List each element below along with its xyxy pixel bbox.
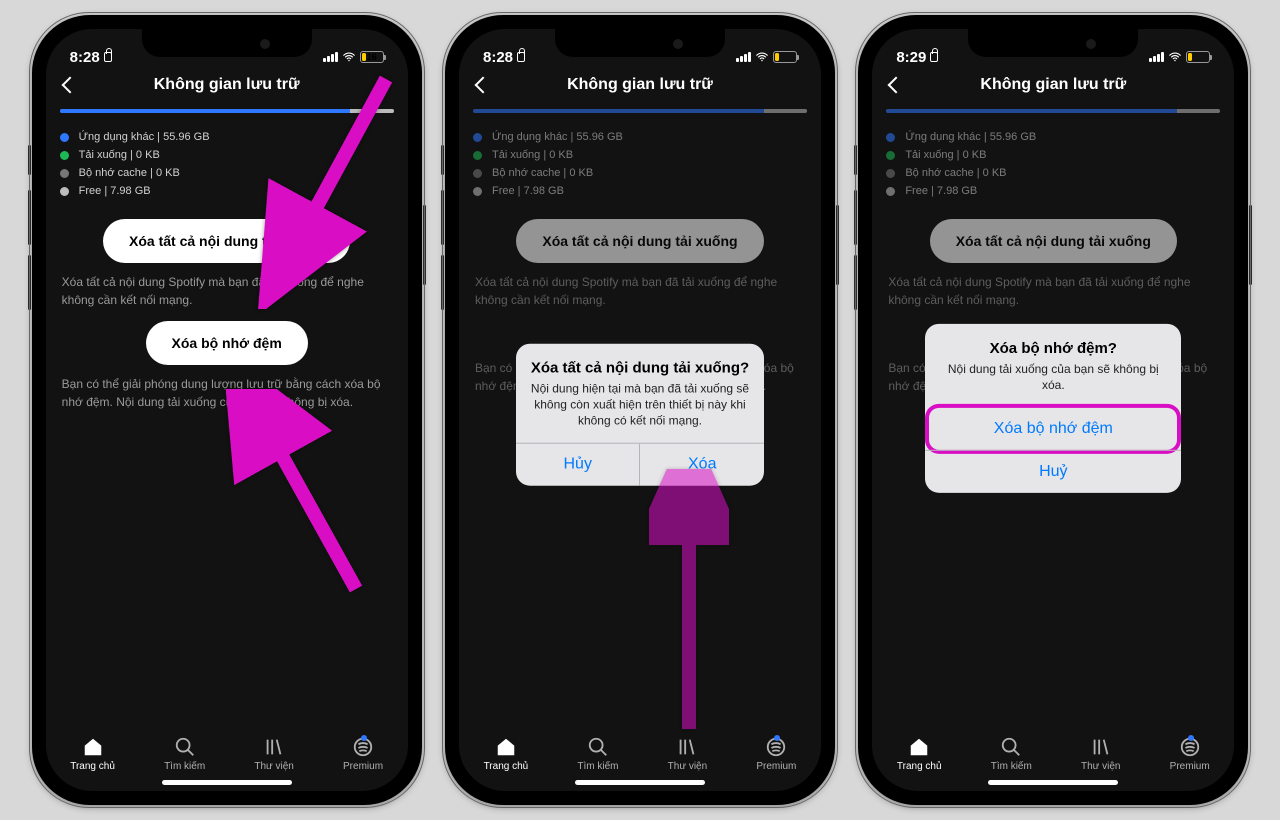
back-button[interactable]: [61, 77, 78, 94]
signal-icon: [323, 52, 338, 62]
nav-header: Không gian lưu trữ: [459, 75, 821, 99]
nav-header: Không gian lưu trữ: [46, 75, 408, 99]
back-button[interactable]: [474, 77, 491, 94]
tab-search[interactable]: Tìm kiếm: [577, 736, 618, 772]
tab-premium[interactable]: Premium: [756, 736, 796, 772]
lock-icon: [517, 52, 525, 62]
battery-icon: [1186, 51, 1210, 63]
tab-bar: Trang chủ Tìm kiếm Thư viện Premium: [872, 730, 1234, 776]
battery-icon: [773, 51, 797, 63]
wifi-icon: [755, 50, 769, 64]
cache-help: Bạn có thể giải phóng dung lượng lưu trữ…: [60, 375, 394, 411]
dialog-message: Nội dung tải xuống của bạn sẽ không bị x…: [939, 361, 1167, 393]
tab-library[interactable]: Thư viện: [1081, 736, 1121, 772]
home-indicator[interactable]: [162, 780, 292, 785]
storage-legend: Ứng dụng khác | 55.96 GB Tải xuống | 0 K…: [886, 129, 1220, 207]
phone-frame: 8:28 Không gian lưu trữ Ứng dụng khác | …: [445, 15, 835, 805]
delete-downloads-button[interactable]: Xóa tất cả nội dung tải xuống: [103, 219, 350, 263]
tab-search[interactable]: Tìm kiếm: [164, 736, 205, 772]
page-title: Không gian lưu trữ: [46, 76, 408, 94]
notch: [555, 29, 725, 57]
home-indicator[interactable]: [575, 780, 705, 785]
battery-icon: 16: [360, 51, 384, 63]
tab-home[interactable]: Trang chủ: [70, 736, 115, 772]
delete-downloads-button[interactable]: Xóa tất cả nội dung tải xuống: [930, 219, 1177, 263]
tab-library[interactable]: Thư viện: [254, 736, 294, 772]
home-indicator[interactable]: [988, 780, 1118, 785]
annotation-arrow-icon: [649, 469, 729, 744]
dialog-title: Xóa bộ nhớ đệm?: [939, 340, 1167, 357]
lock-icon: [104, 52, 112, 62]
status-time: 8:28: [483, 49, 513, 66]
tab-search[interactable]: Tìm kiếm: [991, 736, 1032, 772]
dialog-confirm-button[interactable]: Xóa: [639, 444, 764, 486]
nav-header: Không gian lưu trữ: [872, 75, 1234, 99]
dialog-cancel-button[interactable]: Huỷ: [925, 449, 1181, 492]
storage-legend: Ứng dụng khác | 55.96 GB Tải xuống | 0 K…: [60, 129, 394, 207]
dialog-confirm-button[interactable]: Xóa bộ nhớ đệm: [929, 407, 1177, 449]
notch: [142, 29, 312, 57]
page-title: Không gian lưu trữ: [872, 76, 1234, 94]
phone-frame: 8:28 16 Không gian lưu trữ: [32, 15, 422, 805]
back-button[interactable]: [888, 77, 905, 94]
wifi-icon: [342, 50, 356, 64]
dialog-cancel-button[interactable]: Hủy: [516, 444, 640, 486]
annotation-arrow-icon: [226, 389, 386, 614]
storage-bar: [60, 109, 394, 113]
notification-dot-icon: [1188, 735, 1194, 741]
downloads-help: Xóa tất cả nội dung Spotify mà bạn đã tả…: [886, 273, 1220, 309]
storage-legend: Ứng dụng khác | 55.96 GB Tải xuống | 0 K…: [473, 129, 807, 207]
notification-dot-icon: [361, 735, 367, 741]
wifi-icon: [1168, 50, 1182, 64]
phone-frame: 8:29 Không gian lưu trữ Ứng dụng khác | …: [858, 15, 1248, 805]
annotation-highlight: Xóa bộ nhớ đệm: [929, 407, 1177, 449]
storage-bar: [473, 109, 807, 113]
confirm-delete-downloads-dialog: Xóa tất cả nội dung tải xuống? Nội dung …: [516, 343, 764, 486]
confirm-delete-cache-dialog: Xóa bộ nhớ đệm? Nội dung tải xuống của b…: [925, 324, 1181, 492]
page-title: Không gian lưu trữ: [459, 76, 821, 94]
notch: [968, 29, 1138, 57]
tab-bar: Trang chủ Tìm kiếm Thư viện Premium: [46, 730, 408, 776]
downloads-help: Xóa tất cả nội dung Spotify mà bạn đã tả…: [60, 273, 394, 309]
status-time: 8:28: [70, 49, 100, 66]
tab-home[interactable]: Trang chủ: [897, 736, 942, 772]
status-time: 8:29: [896, 49, 926, 66]
tab-premium[interactable]: Premium: [343, 736, 383, 772]
storage-bar: [886, 109, 1220, 113]
tab-bar: Trang chủ Tìm kiếm Thư viện Premium: [459, 730, 821, 776]
signal-icon: [1149, 52, 1164, 62]
signal-icon: [736, 52, 751, 62]
tab-library[interactable]: Thư viện: [668, 736, 708, 772]
lock-icon: [930, 52, 938, 62]
dialog-message: Nội dung hiện tại mà bạn đã tải xuống sẽ…: [530, 380, 750, 429]
delete-cache-button[interactable]: Xóa bộ nhớ đệm: [146, 321, 308, 365]
dialog-title: Xóa tất cả nội dung tải xuống?: [530, 359, 750, 376]
tab-home[interactable]: Trang chủ: [484, 736, 529, 772]
tab-premium[interactable]: Premium: [1170, 736, 1210, 772]
downloads-help: Xóa tất cả nội dung Spotify mà bạn đã tả…: [473, 273, 807, 309]
delete-downloads-button[interactable]: Xóa tất cả nội dung tải xuống: [516, 219, 763, 263]
